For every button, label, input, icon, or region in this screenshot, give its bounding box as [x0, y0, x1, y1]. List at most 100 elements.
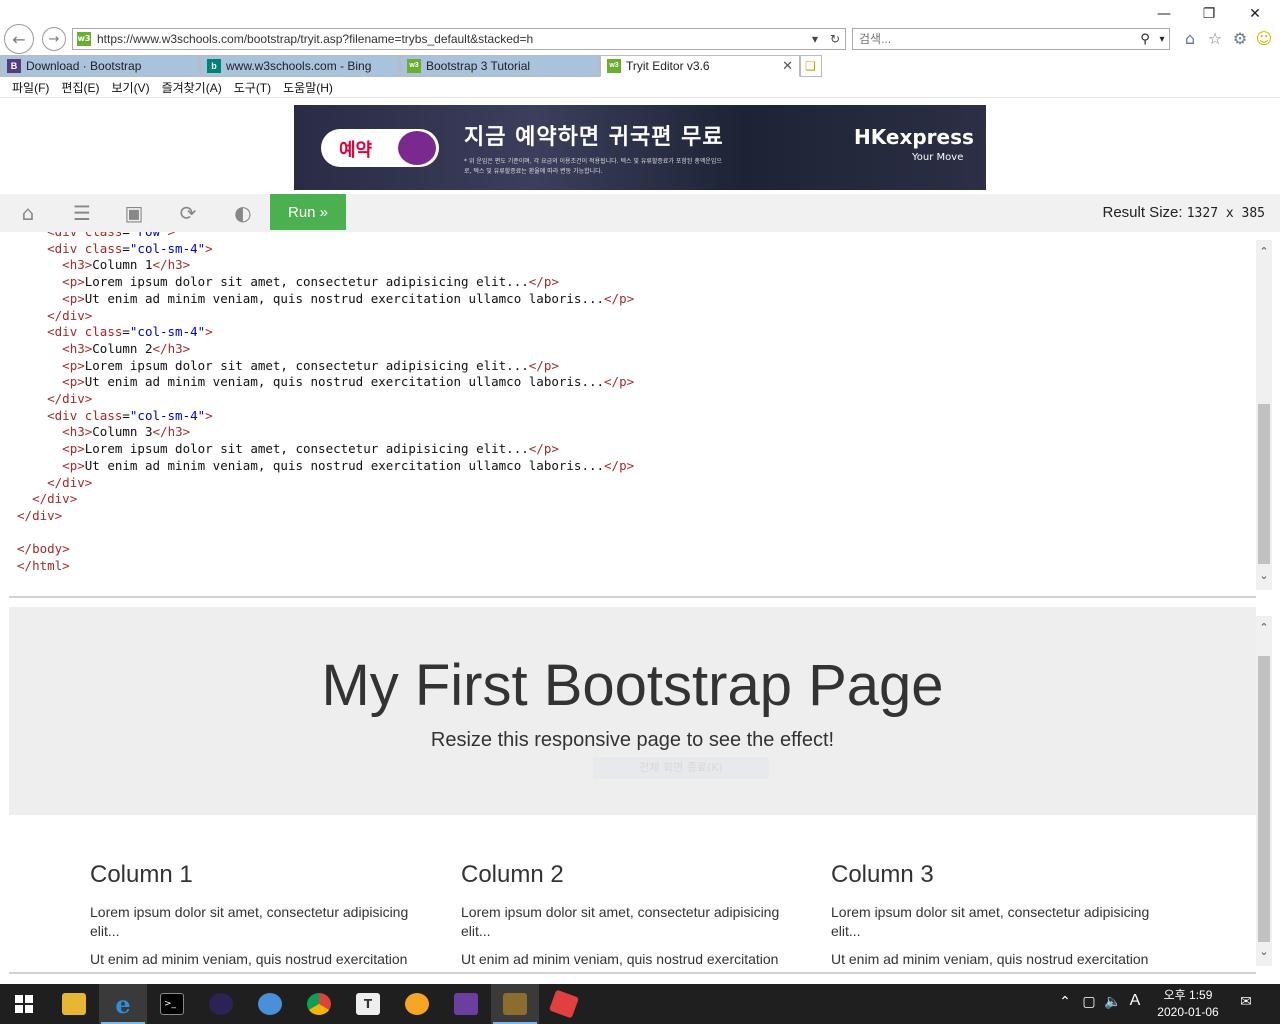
- restore-icon[interactable]: ❐: [1189, 4, 1229, 24]
- paint-app-icon[interactable]: [246, 984, 294, 1024]
- save-icon[interactable]: ▣: [120, 200, 148, 226]
- start-button[interactable]: [0, 984, 48, 1024]
- code-token: >: [84, 474, 93, 490]
- code-token: >: [77, 357, 85, 373]
- tab-download-bootstrap[interactable]: B Download · Bootstrap: [0, 55, 200, 77]
- code-line: <p>Ut enim ad minim veniam, quis nostrud…: [17, 458, 634, 475]
- eclipse-icon[interactable]: [197, 984, 245, 1024]
- volume-muted-icon[interactable]: 🔈: [1103, 994, 1123, 1010]
- home-icon[interactable]: ⌂: [1180, 29, 1200, 49]
- winrar-icon[interactable]: [442, 984, 490, 1024]
- search-icon[interactable]: ⚲: [1135, 32, 1155, 47]
- exit-fullscreen-hint: 전체 화면 종료(K): [593, 757, 769, 779]
- code-token: div: [62, 474, 85, 490]
- search-input[interactable]: [853, 32, 1135, 46]
- address-url[interactable]: https://www.w3schools.com/bootstrap/tryi…: [97, 32, 805, 46]
- code-line: <p>Ut enim ad minim veniam, quis nostrud…: [17, 291, 634, 308]
- action-center-icon[interactable]: ✉: [1236, 994, 1256, 1010]
- menu-tools[interactable]: 도구(T): [228, 79, 277, 96]
- code-line: </div>: [17, 391, 634, 408]
- close-tab-icon[interactable]: ✕: [782, 58, 793, 74]
- code-token: Column 2: [92, 340, 153, 356]
- ad-banner[interactable]: 예약 지금 예약하면 귀국편 무료 * 위 운임은 편도 기준이며, 각 요금의…: [294, 105, 986, 190]
- draw-app-icon[interactable]: [540, 984, 588, 1024]
- menu-view[interactable]: 보기(V): [105, 79, 155, 96]
- code-token: div: [54, 240, 78, 256]
- tab-label: Tryit Editor v3.6: [626, 59, 710, 73]
- menu-hamburger-icon[interactable]: ☰: [68, 200, 96, 226]
- search-box[interactable]: ⚲ ▾: [852, 28, 1170, 50]
- game-app-icon[interactable]: [491, 984, 539, 1024]
- code-token: h3: [69, 424, 85, 440]
- menu-edit[interactable]: 편집(E): [55, 79, 105, 96]
- code-scrollbar-thumb[interactable]: [1258, 404, 1270, 564]
- back-button[interactable]: ←: [4, 24, 34, 54]
- forward-button[interactable]: →: [42, 27, 66, 51]
- code-token: >: [62, 541, 70, 557]
- scroll-down-icon[interactable]: ⌄: [1256, 944, 1272, 960]
- typora-icon[interactable]: T: [344, 984, 392, 1024]
- code-token: <: [47, 232, 55, 239]
- new-tab-button[interactable]: ❏: [800, 55, 822, 77]
- menu-favorites[interactable]: 즐겨찾기(A): [156, 79, 228, 96]
- code-token: >: [69, 491, 78, 507]
- scroll-up-icon[interactable]: ⌃: [1256, 244, 1272, 260]
- tab-bing[interactable]: b www.w3schools.com - Bing: [200, 55, 400, 77]
- internet-explorer-icon[interactable]: e: [99, 984, 147, 1024]
- ime-indicator[interactable]: A: [1125, 992, 1145, 1010]
- code-token: >: [77, 274, 85, 290]
- code-token: div: [47, 491, 70, 507]
- menu-help[interactable]: 도움말(H): [277, 79, 339, 96]
- tray-chevron-up-icon[interactable]: ⌃: [1055, 994, 1075, 1010]
- minimize-icon[interactable]: —: [1144, 4, 1184, 24]
- smiley-feedback-icon[interactable]: ☺: [1254, 29, 1274, 49]
- chrome-icon[interactable]: [295, 984, 343, 1024]
- code-scrollbar[interactable]: ⌃ ⌄: [1256, 240, 1272, 590]
- close-window-icon[interactable]: ✕: [1235, 4, 1275, 24]
- address-bar[interactable]: w3 https://www.w3schools.com/bootstrap/t…: [72, 28, 846, 50]
- tab-tryit-editor[interactable]: w3 Tryit Editor v3.6 ✕: [600, 55, 800, 77]
- clock-time: 오후 1:59: [1163, 988, 1213, 1002]
- favorites-star-icon[interactable]: ☆: [1205, 29, 1225, 49]
- theme-contrast-icon[interactable]: ◐: [229, 200, 257, 226]
- windows-logo-icon: [15, 995, 33, 1013]
- dropdown-arrow-icon[interactable]: ▾: [805, 32, 825, 46]
- home-icon[interactable]: ⌂: [14, 200, 42, 226]
- refresh-icon[interactable]: ↻: [825, 32, 845, 46]
- tab-bootstrap-tutorial[interactable]: w3 Bootstrap 3 Tutorial: [400, 55, 600, 77]
- code-line: </body>: [17, 541, 634, 558]
- column-heading: Column 3: [831, 861, 934, 888]
- windows-taskbar: e >_ T ⌃ ▢ 🔈 A 오후 1:59 2020-01-06 ✉: [0, 984, 1280, 1024]
- ad-tagline: Your Move: [912, 152, 964, 163]
- result-size-label: Result Size:: [1102, 204, 1183, 221]
- code-token: h3: [167, 257, 183, 273]
- search-dropdown-icon[interactable]: ▾: [1155, 34, 1169, 45]
- code-line: <p>Ut enim ad minim veniam, quis nostrud…: [17, 374, 634, 391]
- menu-file[interactable]: 파일(F): [6, 79, 55, 96]
- scroll-down-icon[interactable]: ⌄: [1256, 568, 1272, 584]
- result-scrollbar[interactable]: ⌃ ⌄: [1256, 616, 1272, 966]
- run-button[interactable]: Run »: [270, 194, 346, 230]
- result-scrollbar-thumb[interactable]: [1258, 656, 1270, 942]
- scroll-up-icon[interactable]: ⌃: [1256, 620, 1272, 636]
- system-clock[interactable]: 오후 1:59 2020-01-06: [1148, 987, 1228, 1021]
- code-token: </: [47, 391, 63, 407]
- code-token: h3: [69, 257, 85, 273]
- code-token: >: [182, 340, 191, 356]
- vpn-shield-icon[interactable]: [393, 984, 441, 1024]
- file-explorer-icon[interactable]: [50, 984, 98, 1024]
- code-token: <: [47, 240, 55, 256]
- settings-gear-icon[interactable]: ⚙: [1230, 29, 1250, 49]
- rotate-layout-icon[interactable]: ⟳: [174, 200, 202, 226]
- code-token: >: [626, 374, 635, 390]
- code-text[interactable]: <div class="row"> <div class="col-sm-4">…: [17, 232, 634, 575]
- code-token: >: [168, 232, 176, 239]
- code-editor[interactable]: <div class="row"> <div class="col-sm-4">…: [9, 232, 1256, 598]
- code-token: </: [604, 374, 620, 390]
- terminal-icon[interactable]: >_: [148, 984, 196, 1024]
- code-token: >: [54, 507, 63, 523]
- network-icon[interactable]: ▢: [1079, 994, 1099, 1010]
